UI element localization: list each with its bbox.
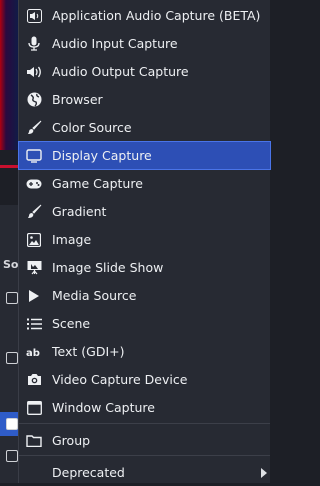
add-source-menu: Application Audio Capture (BETA) Audio I… [18, 0, 271, 486]
menu-item-label: Game Capture [52, 176, 143, 191]
sources-dock [0, 205, 20, 483]
microphone-icon [26, 36, 42, 52]
slideshow-icon [26, 260, 42, 276]
folder-icon [26, 433, 42, 449]
menu-item-browser[interactable]: Browser [19, 86, 270, 113]
source-icon [6, 292, 18, 304]
menu-item-game-capture[interactable]: Game Capture [19, 170, 270, 197]
menu-item-deprecated[interactable]: Deprecated [19, 459, 270, 486]
menu-item-audio-input-capture[interactable]: Audio Input Capture [19, 30, 270, 57]
camera-icon [26, 372, 42, 388]
background-app: So [0, 0, 20, 483]
menu-item-color-source[interactable]: Color Source [19, 114, 270, 141]
menu-separator [19, 423, 270, 424]
menu-item-label: Group [52, 433, 91, 448]
preview-area [0, 0, 20, 150]
menu-item-label: Media Source [52, 288, 137, 303]
sources-dock-title: So [3, 258, 19, 271]
menu-item-label: Application Audio Capture (BETA) [52, 8, 261, 23]
menu-item-label: Video Capture Device [52, 372, 188, 387]
globe-icon [26, 92, 42, 108]
window-icon [26, 400, 42, 416]
preview-border [0, 165, 20, 168]
menu-item-image[interactable]: Image [19, 226, 270, 253]
menu-item-label: Audio Output Capture [52, 64, 189, 79]
brush-icon [26, 204, 42, 220]
source-icon [6, 450, 18, 462]
menu-item-text-gdi[interactable]: ab Text (GDI+) [19, 338, 270, 365]
menu-item-label: Image Slide Show [52, 260, 164, 275]
menu-item-group[interactable]: Group [19, 427, 270, 454]
menu-item-label: Deprecated [52, 465, 125, 480]
source-icon [6, 418, 18, 430]
menu-item-label: Image [52, 232, 92, 247]
monitor-icon [26, 148, 42, 164]
menu-separator [19, 455, 270, 456]
menu-item-label: Color Source [52, 120, 132, 135]
menu-item-media-source[interactable]: Media Source [19, 282, 270, 309]
menu-item-audio-output-capture[interactable]: Audio Output Capture [19, 58, 270, 85]
menu-item-label: Audio Input Capture [52, 36, 178, 51]
speaker-icon [26, 64, 42, 80]
brush-icon [26, 120, 42, 136]
menu-item-image-slide-show[interactable]: Image Slide Show [19, 254, 270, 281]
menu-item-label: Gradient [52, 204, 107, 219]
submenu-arrow-icon [261, 468, 267, 478]
gamepad-icon [26, 176, 42, 192]
list-icon [26, 316, 42, 332]
image-icon [26, 232, 42, 248]
menu-item-video-capture-device[interactable]: Video Capture Device [19, 366, 270, 393]
menu-item-label: Scene [52, 316, 91, 331]
menu-item-display-capture[interactable]: Display Capture [18, 141, 271, 170]
source-icon [6, 352, 18, 364]
play-icon [26, 288, 42, 304]
menu-item-gradient[interactable]: Gradient [19, 198, 270, 225]
menu-item-window-capture[interactable]: Window Capture [19, 394, 270, 421]
text-icon: ab [26, 344, 42, 360]
menu-item-label: Browser [52, 92, 103, 107]
menu-item-label: Text (GDI+) [52, 344, 125, 359]
speaker-icon [26, 8, 42, 24]
menu-item-label: Display Capture [52, 148, 152, 163]
blank-icon [26, 465, 42, 481]
menu-item-label: Window Capture [52, 400, 155, 415]
menu-item-application-audio-capture[interactable]: Application Audio Capture (BETA) [19, 2, 270, 29]
svg-text:ab: ab [26, 348, 40, 358]
menu-item-scene[interactable]: Scene [19, 310, 270, 337]
